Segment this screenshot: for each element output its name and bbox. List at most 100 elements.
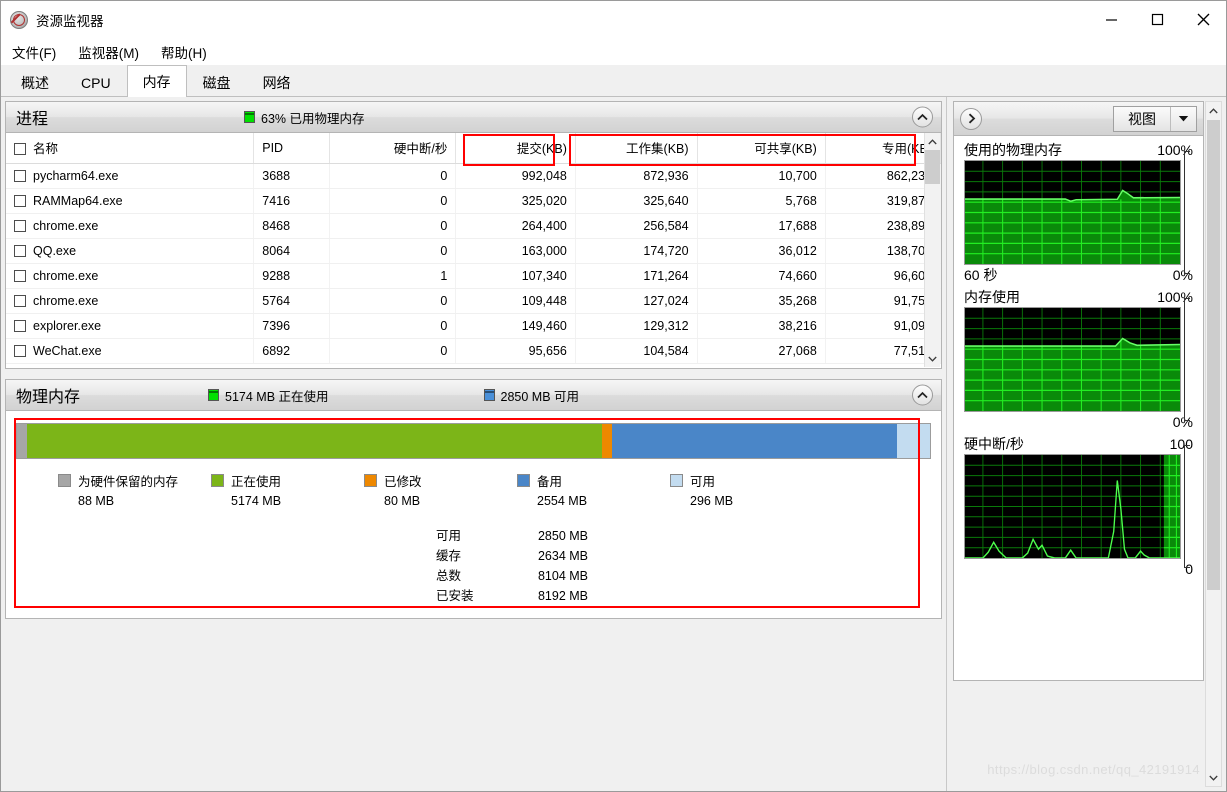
process-name-cell[interactable]: RAMMap64.exe xyxy=(6,188,255,214)
memory-segment-modified xyxy=(602,424,613,458)
processes-status-label: 63% 已用物理内存 xyxy=(261,111,365,126)
process-commit-cell: 325,020 xyxy=(455,188,576,214)
table-row[interactable]: WeChat.exe 6892 0 95,656 104,584 27,068 … xyxy=(6,338,942,364)
process-commit-cell: 992,048 xyxy=(455,163,576,189)
process-hard-faults-cell: 0 xyxy=(329,188,457,214)
tab-disk[interactable]: 磁盘 xyxy=(186,69,247,96)
process-pid-cell: 9288 xyxy=(253,263,331,289)
tab-memory[interactable]: 内存 xyxy=(126,65,187,97)
graph-hard-faults: 硬中断/秒 100 0 xyxy=(964,434,1193,579)
chevron-down-icon[interactable] xyxy=(1170,106,1196,131)
row-checkbox[interactable] xyxy=(14,294,26,307)
process-shareable-cell: 10,700 xyxy=(697,163,826,189)
graph-canvas xyxy=(964,160,1181,265)
column-header-shareable[interactable]: 可共享(KB) xyxy=(697,133,826,164)
column-header-name[interactable]: 名称 xyxy=(6,133,255,164)
process-hard-faults-cell: 0 xyxy=(329,163,457,189)
main-content: 进程 63% 已用物理内存 名称 PID 硬中断/秒 提交(KB) 工作集(KB… xyxy=(1,97,1226,791)
graph-title: 硬中断/秒 xyxy=(964,436,1024,452)
summary-value: 8104 MB xyxy=(537,569,588,583)
select-all-checkbox[interactable] xyxy=(14,143,26,156)
table-row[interactable]: chrome.exe 5764 0 109,448 127,024 35,268… xyxy=(6,288,942,314)
column-header-hard-faults[interactable]: 硬中断/秒 xyxy=(329,133,457,164)
process-name-cell[interactable]: chrome.exe xyxy=(6,263,255,289)
process-pid-cell: 6892 xyxy=(253,338,331,364)
summary-value: 2634 MB xyxy=(537,549,588,563)
process-hard-faults-cell: 0 xyxy=(329,313,457,339)
graph-memory-usage: 内存使用 100% 0% xyxy=(964,287,1193,432)
legend-swatch-free xyxy=(670,474,683,487)
process-pid-cell: 7416 xyxy=(253,188,331,214)
column-header-pid[interactable]: PID xyxy=(253,133,331,164)
summary-row-total: 总数 8104 MB xyxy=(436,566,931,586)
legend-label: 备用 xyxy=(537,475,563,489)
scroll-up-icon[interactable] xyxy=(1206,102,1221,119)
sidebar-scrollbar[interactable] xyxy=(1205,101,1222,787)
close-button[interactable] xyxy=(1180,1,1226,38)
resource-monitor-window: 资源监视器 文件(F) 监视器(M) 帮助(H) 概述 CPU 内存 磁盘 网络 xyxy=(0,0,1227,792)
scroll-down-icon[interactable] xyxy=(1206,769,1221,786)
process-working-set-cell: 256,584 xyxy=(575,213,698,239)
process-shareable-cell: 38,216 xyxy=(697,313,826,339)
row-checkbox[interactable] xyxy=(14,219,26,232)
summary-value: 2850 MB xyxy=(537,529,588,543)
process-name-cell[interactable]: chrome.exe xyxy=(6,213,255,239)
available-swatch-icon xyxy=(483,389,495,401)
processes-title: 进程 xyxy=(16,111,49,128)
maximize-button[interactable] xyxy=(1134,1,1180,38)
tab-cpu[interactable]: CPU xyxy=(65,69,127,96)
summary-key: 可用 xyxy=(436,529,462,543)
row-checkbox[interactable] xyxy=(14,319,26,332)
process-name-cell[interactable]: explorer.exe xyxy=(6,313,255,339)
table-row[interactable]: chrome.exe 9288 1 107,340 171,264 74,660… xyxy=(6,263,942,289)
memory-segment-hardware-reserved xyxy=(17,424,28,458)
table-row[interactable]: explorer.exe 7396 0 149,460 129,312 38,2… xyxy=(6,313,942,339)
menu-item-file[interactable]: 文件(F) xyxy=(12,42,56,62)
table-row[interactable]: RAMMap64.exe 7416 0 325,020 325,640 5,76… xyxy=(6,188,942,214)
processes-collapse-button[interactable] xyxy=(912,106,933,128)
process-shareable-cell: 74,660 xyxy=(697,263,826,289)
table-row[interactable]: pycharm64.exe 3688 0 992,048 872,936 10,… xyxy=(6,163,942,189)
process-name-cell[interactable]: WeChat.exe xyxy=(6,338,255,364)
legend-value: 88 MB xyxy=(78,494,115,508)
physical-memory-collapse-button[interactable] xyxy=(912,384,933,406)
graph-max-label: 100 xyxy=(1169,436,1193,452)
menu-item-help[interactable]: 帮助(H) xyxy=(161,42,207,62)
scroll-up-icon[interactable] xyxy=(925,133,940,150)
legend-item-hardware-reserved: 为硬件保留的内存 88 MB xyxy=(58,471,211,508)
table-row[interactable]: QQ.exe 8064 0 163,000 174,720 36,012 138… xyxy=(6,238,942,264)
process-hard-faults-cell: 1 xyxy=(329,263,457,289)
processes-header[interactable]: 进程 63% 已用物理内存 xyxy=(6,102,941,133)
menu-item-monitor[interactable]: 监视器(M) xyxy=(78,42,139,62)
tab-network[interactable]: 网络 xyxy=(246,69,307,96)
row-checkbox[interactable] xyxy=(14,244,26,257)
physical-memory-title: 物理内存 xyxy=(16,389,81,406)
column-header-commit[interactable]: 提交(KB) xyxy=(455,133,576,164)
graph-title: 内存使用 xyxy=(964,289,1020,305)
physical-memory-group: 物理内存 5174 MB 正在使用 2850 MB 可用 为硬件保留的内存 88… xyxy=(5,379,942,619)
process-name-cell[interactable]: QQ.exe xyxy=(6,238,255,264)
chevron-right-icon[interactable] xyxy=(960,107,982,130)
scrollbar-thumb[interactable] xyxy=(1207,120,1220,590)
memory-available-stat: 2850 MB 可用 xyxy=(483,386,579,405)
process-name-cell[interactable]: pycharm64.exe xyxy=(6,163,255,189)
row-checkbox[interactable] xyxy=(14,194,26,207)
legend-label: 可用 xyxy=(690,475,716,489)
legend-label: 正在使用 xyxy=(231,475,282,489)
view-button[interactable]: 视图 xyxy=(1113,105,1197,132)
physical-memory-header[interactable]: 物理内存 5174 MB 正在使用 2850 MB 可用 xyxy=(6,380,941,411)
column-header-working-set[interactable]: 工作集(KB) xyxy=(575,133,698,164)
row-checkbox[interactable] xyxy=(14,269,26,282)
process-hard-faults-cell: 0 xyxy=(329,213,457,239)
process-name-cell[interactable]: chrome.exe xyxy=(6,288,255,314)
row-checkbox[interactable] xyxy=(14,169,26,182)
row-checkbox[interactable] xyxy=(14,344,26,357)
legend-item-standby: 备用 2554 MB xyxy=(517,471,670,508)
processes-scrollbar[interactable] xyxy=(924,133,940,367)
processes-group: 进程 63% 已用物理内存 名称 PID 硬中断/秒 提交(KB) 工作集(KB… xyxy=(5,101,942,369)
table-row[interactable]: chrome.exe 8468 0 264,400 256,584 17,688… xyxy=(6,213,942,239)
scrollbar-thumb[interactable] xyxy=(925,150,940,184)
minimize-button[interactable] xyxy=(1088,1,1134,38)
scroll-down-icon[interactable] xyxy=(925,350,940,367)
tab-overview[interactable]: 概述 xyxy=(5,69,65,96)
